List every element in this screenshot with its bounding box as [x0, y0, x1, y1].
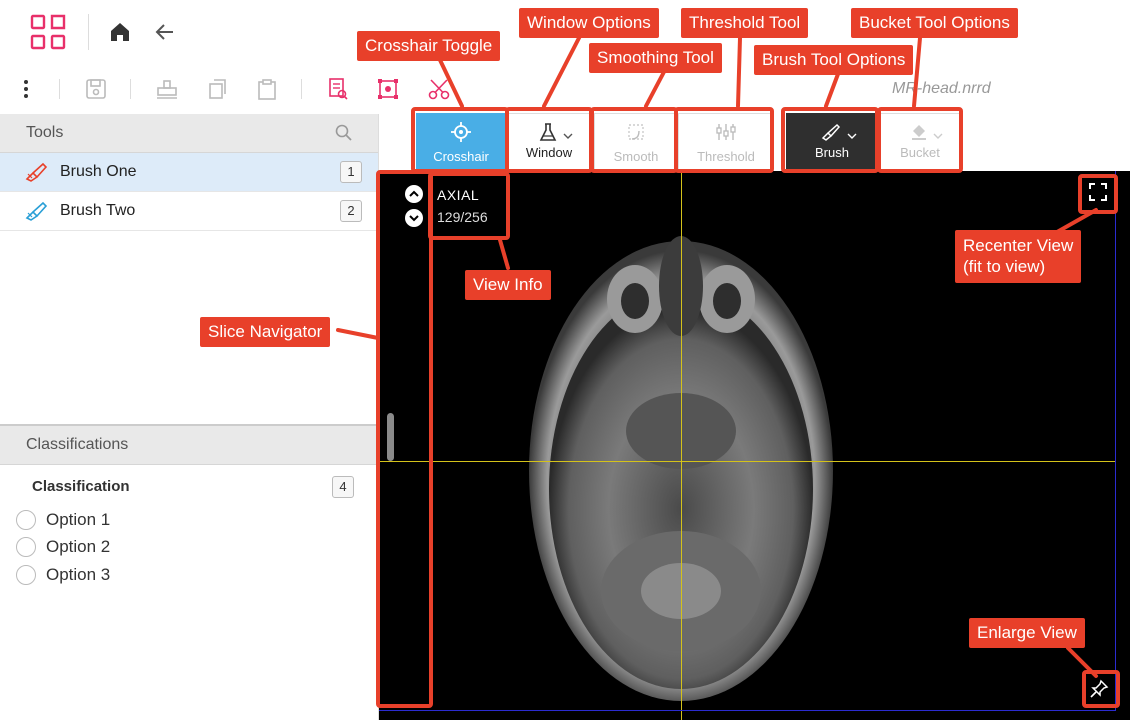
- toolbar-divider: [301, 79, 302, 99]
- callout-recenter-line2: (fit to view): [963, 257, 1046, 277]
- crosshair-vertical-line: [681, 171, 682, 720]
- back-arrow-icon[interactable]: [153, 20, 177, 44]
- tools-panel-title: Tools: [26, 124, 64, 141]
- more-vertical-icon[interactable]: [13, 76, 39, 102]
- slice-navigator-highlight: [376, 170, 433, 708]
- option-label: Option 1: [46, 510, 111, 529]
- tools-panel-header: Tools: [0, 114, 378, 153]
- crosshair-highlight: [411, 107, 509, 173]
- copy-icon[interactable]: [204, 76, 230, 102]
- callout-crosshair-toggle: Crosshair Toggle: [357, 31, 501, 62]
- classification-option-3[interactable]: Option 3: [16, 564, 216, 586]
- tool-item-label: Brush One: [60, 163, 137, 180]
- tool-item-count: 2: [340, 200, 362, 222]
- radio-button[interactable]: [16, 537, 36, 557]
- radio-button[interactable]: [16, 565, 36, 585]
- radio-button[interactable]: [16, 510, 36, 530]
- callout-enlarge-view: Enlarge View: [969, 618, 1085, 649]
- smooth-highlight: [590, 107, 678, 173]
- option-label: Option 2: [46, 537, 111, 556]
- viewport-border: [379, 710, 1116, 711]
- stamp-icon[interactable]: [154, 76, 180, 102]
- left-eye-lens: [621, 283, 649, 319]
- viewport-border: [1115, 171, 1116, 711]
- callout-window-options: Window Options: [519, 8, 659, 39]
- bucket-highlight: [877, 107, 963, 173]
- right-eye-lens: [713, 283, 741, 319]
- option-label: Option 3: [46, 565, 111, 584]
- file-name: MR-head.nrrd: [892, 80, 991, 97]
- classification-group-label: Classification: [32, 478, 130, 495]
- window-highlight: [505, 107, 593, 173]
- home-icon[interactable]: [108, 20, 132, 44]
- callout-view-info: View Info: [465, 270, 551, 301]
- brush-highlight: [781, 107, 879, 173]
- threshold-highlight: [674, 107, 774, 173]
- tool-item-label: Brush Two: [60, 202, 136, 219]
- bounding-box-icon[interactable]: [375, 76, 401, 102]
- grid-logo-icon[interactable]: [30, 14, 66, 50]
- classifications-panel-header: Classifications: [0, 426, 378, 465]
- brush-icon: [24, 201, 48, 221]
- header-divider: [88, 14, 89, 50]
- toolbar-divider: [59, 79, 60, 99]
- annotate-list-icon[interactable]: [325, 76, 351, 102]
- view-info-highlight: [428, 172, 510, 240]
- recenter-highlight: [1078, 174, 1118, 214]
- save-icon[interactable]: [83, 76, 109, 102]
- classification-option-1[interactable]: Option 1: [16, 509, 216, 531]
- callout-slice-navigator: Slice Navigator: [200, 317, 331, 348]
- scissors-icon[interactable]: [426, 76, 452, 102]
- toolbar-divider: [130, 79, 131, 99]
- crosshair-horizontal-line: [379, 461, 1115, 462]
- classification-option-2[interactable]: Option 2: [16, 536, 216, 558]
- classification-count: 4: [332, 476, 354, 498]
- callout-threshold-tool: Threshold Tool: [681, 8, 809, 39]
- tool-item-brush-one[interactable]: Brush One 1: [0, 153, 378, 192]
- tool-item-brush-two[interactable]: Brush Two 2: [0, 192, 378, 231]
- callout-smoothing-tool: Smoothing Tool: [589, 43, 722, 74]
- classifications-panel-title: Classifications: [26, 436, 129, 453]
- brush-icon: [24, 162, 48, 182]
- enlarge-highlight: [1082, 670, 1120, 708]
- left-panel: Tools Brush One 1 Brush Two 2 Classifica…: [0, 114, 379, 720]
- paste-icon[interactable]: [254, 76, 280, 102]
- search-icon[interactable]: [334, 123, 354, 143]
- callout-recenter-line1: Recenter View: [963, 236, 1074, 255]
- callout-recenter-view: Recenter View (fit to view): [955, 230, 1082, 283]
- callout-bucket-tool-options: Bucket Tool Options: [851, 8, 1018, 39]
- callout-brush-tool-options: Brush Tool Options: [754, 45, 914, 76]
- tool-item-count: 1: [340, 161, 362, 183]
